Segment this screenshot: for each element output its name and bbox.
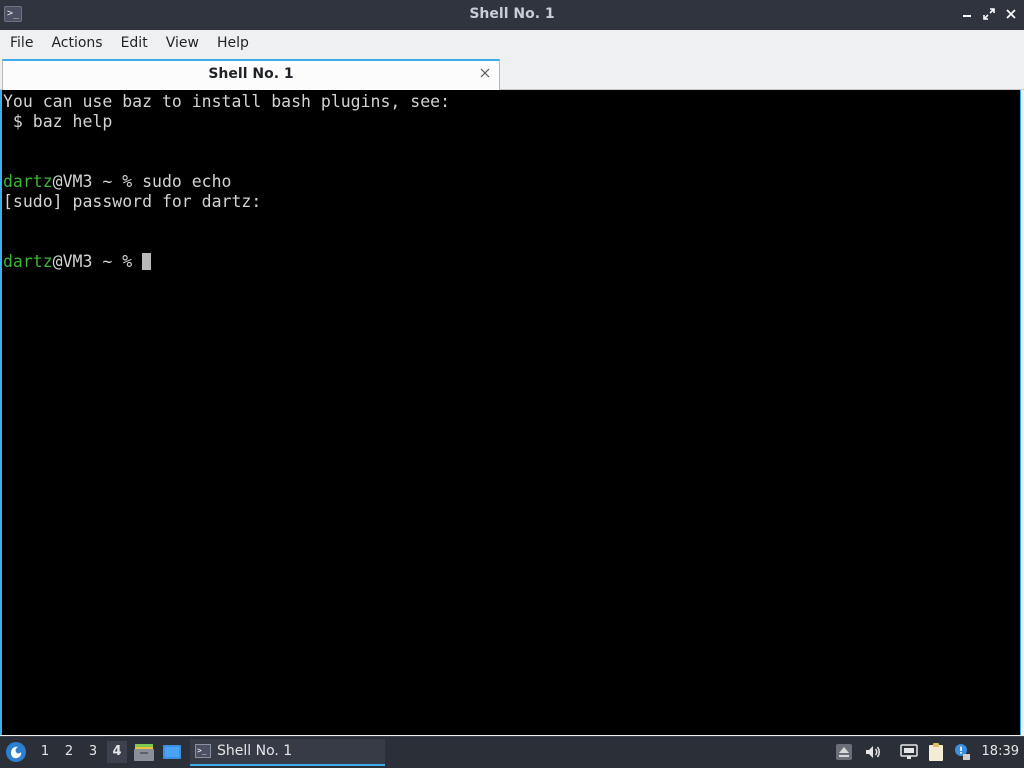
text-cursor <box>142 253 152 270</box>
desktop-3-button[interactable]: 3 <box>83 741 103 763</box>
prompt-command: sudo echo <box>142 172 232 191</box>
menu-actions[interactable]: Actions <box>45 35 108 51</box>
title-bar[interactable]: >_ Shell No. 1 <box>0 0 1024 30</box>
taskbar-task-shell[interactable]: >_ Shell No. 1 <box>190 739 385 766</box>
close-button[interactable] <box>1004 6 1018 22</box>
menu-view[interactable]: View <box>160 35 205 51</box>
clock[interactable]: 18:39 <box>982 744 1019 759</box>
start-menu-icon[interactable] <box>5 741 27 763</box>
desktop-1-button[interactable]: 1 <box>35 741 55 763</box>
prompt-user: dartz <box>3 172 53 191</box>
network-icon[interactable] <box>899 742 919 762</box>
minimize-button[interactable] <box>960 6 974 22</box>
menu-edit[interactable]: Edit <box>115 35 154 51</box>
terminal-line: [sudo] password for dartz: <box>3 192 262 211</box>
terminal-window: >_ Shell No. 1 File Actions Edit View He… <box>0 0 1024 736</box>
window-title: Shell No. 1 <box>469 6 555 22</box>
prompt-host: @VM3 ~ % <box>52 252 143 271</box>
terminal-output[interactable]: You can use baz to install bash plugins,… <box>0 90 1021 735</box>
task-label: Shell No. 1 <box>217 743 293 759</box>
terminal-prompt-line: dartz@VM3 ~ % sudo echo <box>2 172 1020 192</box>
tab-close-icon[interactable] <box>479 67 491 79</box>
taskbar: 1 2 3 4 >_ Shell No. 1 18:39 <box>0 736 1024 768</box>
close-icon <box>1006 9 1016 19</box>
show-desktop-icon[interactable] <box>161 742 183 762</box>
menu-bar: File Actions Edit View Help <box>0 30 1024 56</box>
menu-help[interactable]: Help <box>211 35 255 51</box>
eject-icon[interactable] <box>834 742 854 762</box>
tab-bar: Shell No. 1 <box>0 56 1024 90</box>
file-manager-icon[interactable] <box>133 742 155 762</box>
desktop-4-button[interactable]: 4 <box>107 741 127 763</box>
terminal-prompt-line: dartz@VM3 ~ % <box>2 252 1020 272</box>
notification-icon[interactable] <box>952 742 972 762</box>
menu-file[interactable]: File <box>4 35 39 51</box>
terminal-icon: >_ <box>195 744 211 758</box>
desktop-2-button[interactable]: 2 <box>59 741 79 763</box>
maximize-button[interactable] <box>982 6 996 22</box>
clipboard-icon[interactable] <box>926 742 946 762</box>
terminal-line: $ baz help <box>3 112 113 131</box>
tab-label: Shell No. 1 <box>208 66 294 82</box>
prompt-host: @VM3 ~ % <box>52 172 143 191</box>
prompt-user: dartz <box>3 252 53 271</box>
restore-icon <box>983 8 995 20</box>
terminal-line: You can use baz to install bash plugins,… <box>3 92 451 111</box>
volume-icon[interactable] <box>863 742 883 762</box>
tab-shell-1[interactable]: Shell No. 1 <box>2 59 500 90</box>
